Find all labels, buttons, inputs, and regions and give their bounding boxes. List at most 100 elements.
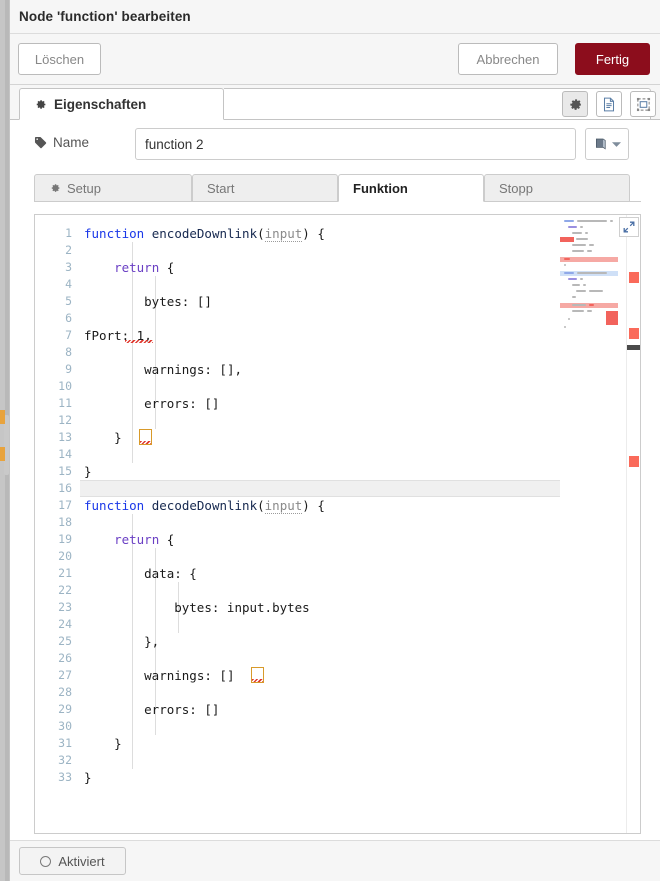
subtab-start[interactable]: Start: [192, 174, 338, 202]
line-number: 4: [65, 277, 72, 291]
error-squiggle: [252, 679, 263, 682]
editor-minimap[interactable]: [560, 215, 618, 833]
description-icon-button[interactable]: [596, 91, 622, 117]
enabled-toggle-button[interactable]: Aktiviert: [19, 847, 126, 875]
code-line: return {: [114, 259, 174, 276]
line-number: 10: [58, 379, 72, 393]
subtab-funktion[interactable]: Funktion: [338, 174, 484, 202]
appearance-icon: [636, 97, 651, 112]
done-button[interactable]: Fertig: [575, 43, 650, 75]
expand-icon: [623, 221, 635, 233]
line-number: 29: [58, 702, 72, 716]
code-token: warnings: [],: [144, 362, 242, 377]
enabled-toggle-label: Aktiviert: [58, 853, 105, 869]
port-marker-2: [0, 447, 5, 461]
line-number: 9: [65, 362, 72, 376]
gear-icon: [34, 98, 47, 111]
editor-code-area[interactable]: function encodeDownlink(input) { return {…: [80, 215, 640, 833]
code-line: bytes: input.bytes: [174, 599, 309, 616]
line-number: 25: [58, 634, 72, 648]
library-button[interactable]: [585, 128, 629, 160]
line-number: 20: [58, 549, 72, 563]
line-number: 31: [58, 736, 72, 750]
code-token: data: {: [144, 566, 197, 581]
gear-icon: [568, 97, 583, 112]
code-token: errors: []: [144, 396, 220, 411]
function-subtabs: Setup Start Funktion Stopp: [10, 168, 660, 208]
dialog-tabstrip: Eigenschaften: [10, 85, 660, 120]
code-token: input: [264, 226, 303, 242]
line-number: 8: [65, 345, 72, 359]
code-line: }: [114, 735, 122, 752]
dialog-header: Node 'function' bearbeiten: [10, 0, 660, 34]
code-token: }: [114, 736, 122, 751]
expand-icon-button[interactable]: [619, 217, 639, 237]
code-token: }: [114, 430, 122, 445]
appearance-icon-button[interactable]: [630, 91, 656, 117]
tab-properties[interactable]: Eigenschaften: [19, 88, 224, 120]
subtab-setup[interactable]: Setup: [34, 174, 192, 202]
line-number: 26: [58, 651, 72, 665]
name-label-text: Name: [53, 135, 90, 150]
delete-button[interactable]: Löschen: [18, 43, 101, 75]
minimap-line: [572, 310, 584, 312]
editor-annotation-scrollbar[interactable]: [626, 215, 640, 833]
subtab-stopp[interactable]: Stopp: [484, 174, 630, 202]
line-number: 13: [58, 430, 72, 444]
scrollbar-error-mark[interactable]: [629, 272, 639, 283]
line-number: 2: [65, 243, 72, 257]
page-title: Node 'function' bearbeiten: [19, 9, 191, 24]
indent-guide: [132, 514, 133, 769]
code-line: bytes: []: [144, 293, 212, 310]
minimap-line: [577, 272, 607, 274]
line-number: 5: [65, 294, 72, 308]
minimap-band: [560, 237, 574, 242]
minimap-error-mark: [606, 311, 618, 325]
minimap-line: [564, 272, 574, 274]
scrollbar-thumb[interactable]: [627, 345, 640, 350]
minimap-line: [580, 226, 583, 228]
line-number: 30: [58, 719, 72, 733]
line-number: 18: [58, 515, 72, 529]
code-line: errors: []: [144, 701, 219, 718]
code-line: function decodeDownlink(input) {: [84, 497, 325, 514]
minimap-line: [564, 220, 574, 222]
code-token: }: [84, 770, 92, 785]
code-token: encodeDownlink: [151, 226, 258, 241]
minimap-line: [572, 244, 586, 246]
minimap-line: [568, 226, 577, 228]
code-line: warnings: [],: [144, 361, 242, 378]
cancel-button[interactable]: Abbrechen: [458, 43, 558, 75]
subtab-label: Setup: [67, 180, 101, 196]
chevron-down-icon: [611, 141, 621, 148]
line-number: 11: [58, 396, 72, 410]
code-token: {: [159, 260, 175, 275]
code-token: (: [257, 226, 265, 241]
code-editor[interactable]: 1 2 3 4 5 6 7 8 9 10 11 12 13 14 15 16 17 18 19 20 21 22 23 24 2…: [34, 214, 641, 834]
code-token: }: [84, 464, 92, 479]
tag-icon: [34, 136, 47, 149]
code-token: function: [84, 226, 145, 241]
subtab-label: Stopp: [499, 180, 533, 196]
code-line: }: [114, 429, 122, 446]
code-line: }: [84, 769, 92, 786]
subtab-label: Funktion: [353, 180, 408, 196]
tab-properties-label: Eigenschaften: [54, 96, 147, 112]
line-number: 27: [58, 668, 72, 682]
line-number: 28: [58, 685, 72, 699]
name-input[interactable]: [135, 128, 576, 160]
line-number: 17: [58, 498, 72, 512]
line-number: 22: [58, 583, 72, 597]
editor-gutter: 1 2 3 4 5 6 7 8 9 10 11 12 13 14 15 16 17 18 19 20 21 22 23 24 2…: [35, 215, 80, 833]
node-edit-dialog: Node 'function' bearbeiten Löschen Abbre…: [0, 0, 660, 881]
minimap-line: [589, 244, 594, 246]
scrollbar-error-mark[interactable]: [629, 328, 639, 339]
line-number: 1: [65, 226, 72, 240]
gear-icon-button[interactable]: [562, 91, 588, 117]
code-line: function encodeDownlink(input) {: [84, 225, 325, 242]
scrollbar-error-mark[interactable]: [629, 456, 639, 467]
minimap-line: [580, 278, 583, 280]
error-squiggle: [140, 441, 151, 444]
line-number: 7: [65, 328, 72, 342]
